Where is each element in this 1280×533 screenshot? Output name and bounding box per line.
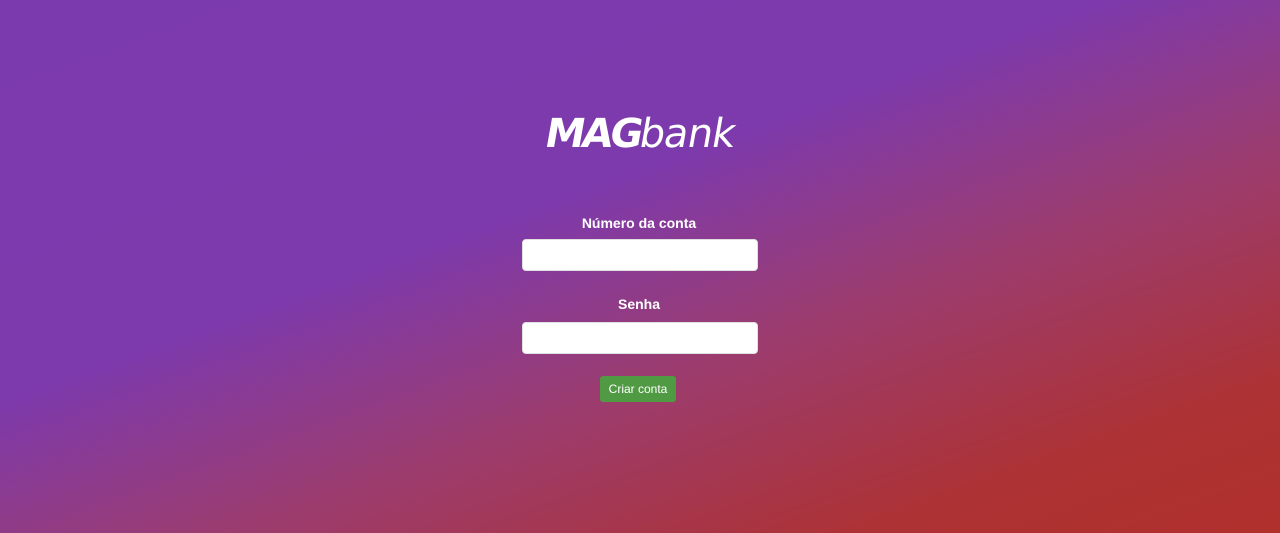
password-input[interactable] [522,322,758,354]
account-number-label: Número da conta [581,215,697,231]
logo-light-text: bank [636,111,739,157]
password-label: Senha [617,296,660,312]
create-account-button[interactable]: Criar conta [600,376,676,402]
brand-logo: MAGbank [0,111,1280,157]
account-number-input[interactable] [522,239,758,271]
logo-bold-text: MAG [541,111,645,157]
